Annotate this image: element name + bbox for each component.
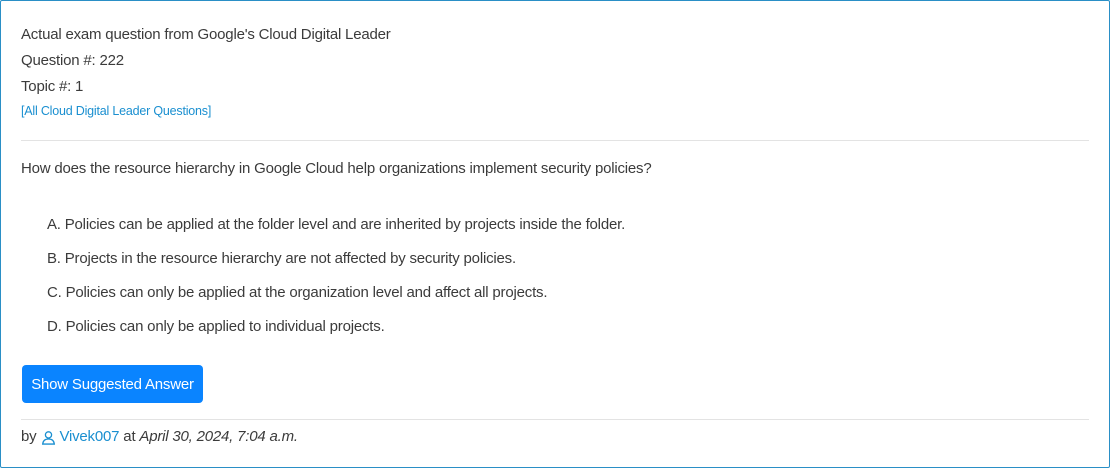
question-text: How does the resource hierarchy in Googl… [21,160,652,177]
question-card: Actual exam question from Google's Cloud… [0,0,1110,468]
choice-a: A. Policies can be applied at the folder… [47,216,626,233]
answer-choices: A. Policies can be applied at the folder… [47,215,625,351]
choice-c: C. Policies can only be applied at the o… [47,284,548,301]
question-header: Actual exam question from Google's Cloud… [21,22,1091,120]
show-suggested-answer-button[interactable]: Show Suggested Answer [22,365,203,403]
at-label: at [123,428,136,445]
choice-b: B. Projects in the resource hierarchy ar… [47,250,516,267]
post-date: April 30, 2024, 7:04 a.m. [139,428,298,445]
all-questions-link[interactable]: [All Cloud Digital Leader Questions] [21,102,211,120]
question-number: Question #: 222 [21,52,124,69]
question-footer: by Vivek007 at April 30, 2024, 7:04 a.m. [21,427,298,447]
footer-divider [21,419,1089,420]
author-username-link[interactable]: Vivek007 [59,427,119,447]
user-icon [41,430,56,445]
exam-title: Actual exam question from Google's Cloud… [21,26,391,43]
by-label: by [21,428,37,445]
topic-number: Topic #: 1 [21,78,84,95]
choice-d: D. Policies can only be applied to indiv… [47,318,385,335]
header-divider [21,140,1089,141]
